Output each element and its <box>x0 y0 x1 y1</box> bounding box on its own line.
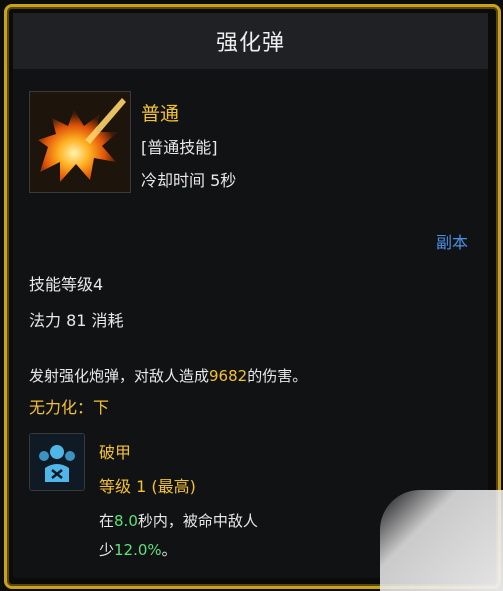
armor-break-icon <box>29 433 85 491</box>
buff-desc-prefix: 在 <box>99 512 115 530</box>
skill-category: 普通 <box>141 103 180 125</box>
mana-cost: 法力 81 消耗 <box>29 311 124 330</box>
skill-level: 技能等级4 <box>29 275 104 294</box>
explosion-icon <box>29 91 131 193</box>
buff-desc2-prefix: 少 <box>99 541 115 559</box>
buff-name: 破甲 <box>99 443 132 462</box>
skill-description: 发射强化炮弹，对敌人造成9682的伤害。 <box>29 365 307 386</box>
buff-desc2-suffix: 。 <box>161 541 177 559</box>
buff-duration: 8.0 <box>114 512 138 530</box>
cooldown-text: 冷却时间 5秒 <box>141 171 237 190</box>
buff-description-line2: 少12.0%。 <box>99 539 177 560</box>
skill-type-tag: [普通技能] <box>141 138 218 157</box>
tooltip-header: 强化弹 <box>13 13 488 69</box>
skill-title: 强化弹 <box>215 31 285 56</box>
buff-percent: 12.0% <box>114 541 162 559</box>
desc-prefix: 发射强化炮弹，对敌人造成 <box>29 367 210 385</box>
desc-suffix: 的伤害。 <box>247 367 308 385</box>
buff-description-line1: 在8.0秒内，被命中敌人 <box>99 510 258 531</box>
buff-level: 等级 1 (最高) <box>99 477 196 496</box>
dungeon-link[interactable]: 副本 <box>436 229 468 253</box>
buff-desc-middle: 秒内，被命中敌人 <box>137 512 258 530</box>
watermark <box>380 490 503 591</box>
disable-level: 无力化：下 <box>29 398 110 417</box>
damage-value: 9682 <box>209 367 248 385</box>
